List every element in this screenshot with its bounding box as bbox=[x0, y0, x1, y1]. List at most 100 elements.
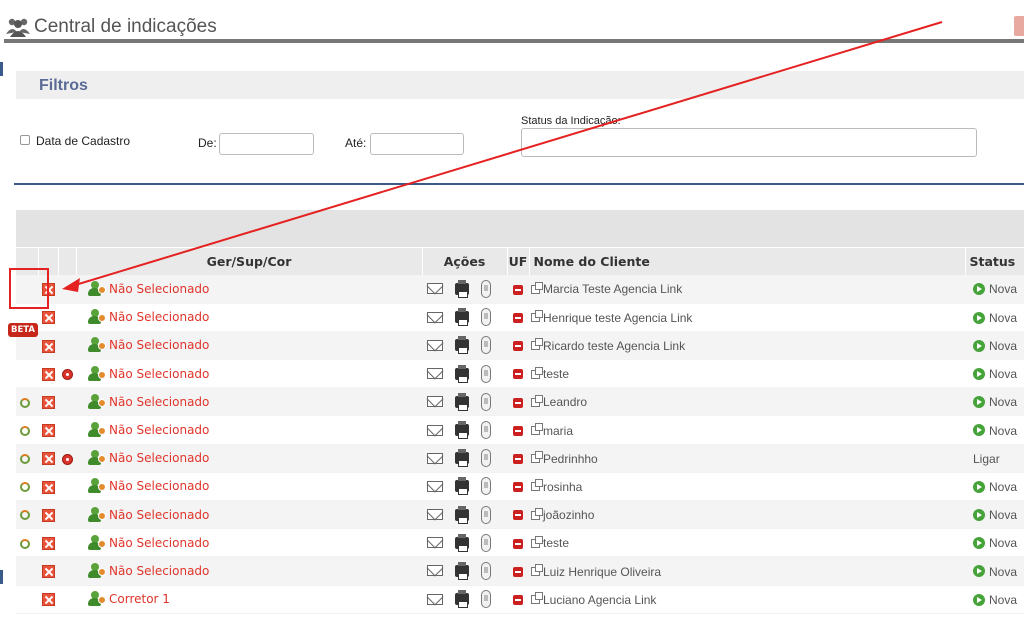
mail-icon[interactable] bbox=[427, 424, 443, 436]
alarm-icon[interactable] bbox=[61, 453, 73, 465]
mail-icon[interactable] bbox=[427, 480, 443, 492]
ger-sup-cor-link[interactable]: Não Selecionado bbox=[109, 564, 209, 578]
table-row[interactable]: Não Selecionado joãozinho Nova bbox=[16, 500, 1024, 530]
client-name-link[interactable]: Leandro bbox=[543, 395, 587, 409]
mail-icon[interactable] bbox=[427, 452, 443, 464]
delete-icon[interactable] bbox=[41, 311, 55, 325]
table-row[interactable]: Não Selecionado Luiz Henrique Oliveira Nov… bbox=[16, 556, 1024, 586]
ger-sup-cor-link[interactable]: Não Selecionado bbox=[109, 282, 209, 296]
delete-icon[interactable] bbox=[41, 593, 55, 607]
person-icon[interactable] bbox=[88, 534, 106, 551]
ger-sup-cor-link[interactable]: Não Selecionado bbox=[109, 479, 209, 493]
ger-sup-cor-link[interactable]: Não Selecionado bbox=[109, 310, 209, 324]
print-icon[interactable] bbox=[455, 590, 469, 609]
mail-icon[interactable] bbox=[427, 565, 443, 577]
date-checkbox[interactable] bbox=[20, 135, 30, 145]
client-name-link[interactable]: Ricardo teste Agencia Link bbox=[543, 339, 685, 353]
person-icon[interactable] bbox=[88, 478, 106, 494]
client-name-link[interactable]: Henrique teste Agencia Link bbox=[543, 311, 692, 325]
print-icon[interactable] bbox=[455, 421, 469, 440]
header-status[interactable]: Status bbox=[965, 248, 1024, 275]
link-icon[interactable] bbox=[531, 592, 543, 605]
delete-icon[interactable] bbox=[41, 367, 55, 381]
table-row[interactable]: Corretor 1 Luciano Agencia Link Nova bbox=[16, 585, 1024, 614]
link-icon[interactable] bbox=[531, 281, 543, 294]
print-icon[interactable] bbox=[455, 364, 469, 383]
mail-icon[interactable] bbox=[427, 593, 443, 605]
delete-icon[interactable] bbox=[41, 565, 55, 579]
header-uf[interactable]: UF bbox=[507, 248, 530, 275]
table-row[interactable]: Não Selecionado rosinha Nova bbox=[16, 472, 1024, 502]
ger-sup-cor-link[interactable]: Não Selecionado bbox=[109, 395, 209, 409]
print-icon[interactable] bbox=[455, 561, 469, 580]
phone-icon[interactable] bbox=[481, 421, 491, 440]
print-icon[interactable] bbox=[455, 477, 469, 496]
mail-icon[interactable] bbox=[427, 396, 443, 408]
link-icon[interactable] bbox=[531, 479, 543, 492]
client-name-link[interactable]: rosinha bbox=[543, 480, 582, 494]
phone-icon[interactable] bbox=[481, 590, 491, 609]
phone-icon[interactable] bbox=[481, 505, 491, 524]
person-icon[interactable] bbox=[88, 280, 106, 297]
phone-icon[interactable] bbox=[481, 477, 491, 496]
link-icon[interactable] bbox=[531, 451, 543, 464]
person-icon[interactable] bbox=[88, 337, 106, 353]
print-icon[interactable] bbox=[455, 392, 469, 411]
print-icon[interactable] bbox=[455, 336, 469, 355]
table-row[interactable]: Não Selecionado Henrique teste Agencia Li… bbox=[16, 303, 1024, 332]
phone-icon[interactable] bbox=[481, 449, 491, 468]
mail-icon[interactable] bbox=[427, 339, 443, 351]
link-icon[interactable] bbox=[531, 310, 543, 323]
delete-icon[interactable] bbox=[41, 452, 55, 466]
phone-icon[interactable] bbox=[481, 533, 491, 552]
client-name-link[interactable]: Luiz Henrique Oliveira bbox=[543, 564, 661, 578]
client-name-link[interactable]: joãozinho bbox=[543, 508, 594, 522]
table-row[interactable]: Não Selecionado teste Nova bbox=[16, 359, 1024, 389]
print-icon[interactable] bbox=[455, 279, 469, 298]
mail-icon[interactable] bbox=[427, 283, 443, 295]
mail-icon[interactable] bbox=[427, 537, 443, 549]
delete-icon[interactable] bbox=[41, 480, 55, 494]
link-icon[interactable] bbox=[531, 507, 543, 520]
ger-sup-cor-link[interactable]: Não Selecionado bbox=[109, 536, 209, 550]
phone-icon[interactable] bbox=[481, 561, 491, 580]
print-icon[interactable] bbox=[455, 533, 469, 552]
recycle-icon[interactable] bbox=[20, 538, 30, 549]
header-client-name[interactable]: Nome do Cliente bbox=[529, 248, 966, 275]
alarm-icon[interactable] bbox=[61, 368, 73, 380]
recycle-icon[interactable] bbox=[20, 454, 30, 465]
person-icon[interactable] bbox=[88, 365, 106, 382]
client-name-link[interactable]: teste bbox=[543, 536, 569, 550]
mail-icon[interactable] bbox=[427, 311, 443, 323]
person-icon[interactable] bbox=[88, 422, 106, 438]
print-icon[interactable] bbox=[455, 308, 469, 327]
phone-icon[interactable] bbox=[481, 336, 491, 355]
phone-icon[interactable] bbox=[481, 279, 491, 298]
recycle-icon[interactable] bbox=[20, 482, 30, 493]
person-icon[interactable] bbox=[88, 450, 106, 466]
client-name-link[interactable]: Marcia Teste Agencia Link bbox=[543, 282, 682, 296]
ger-sup-cor-link[interactable]: Não Selecionado bbox=[109, 367, 209, 381]
status-select[interactable] bbox=[521, 128, 977, 157]
link-icon[interactable] bbox=[531, 366, 543, 379]
delete-icon[interactable] bbox=[41, 424, 55, 438]
table-row[interactable]: Não Selecionado Pedrinhho Ligar bbox=[16, 444, 1024, 473]
ger-sup-cor-link[interactable]: Não Selecionado bbox=[109, 338, 209, 352]
ger-sup-cor-link[interactable]: Corretor 1 bbox=[109, 592, 170, 606]
mail-icon[interactable] bbox=[427, 509, 443, 521]
link-icon[interactable] bbox=[531, 338, 543, 351]
phone-icon[interactable] bbox=[481, 392, 491, 411]
table-row[interactable]: Não Selecionado Marcia Teste Agencia Link… bbox=[16, 275, 1024, 304]
ger-sup-cor-link[interactable]: Não Selecionado bbox=[109, 508, 209, 522]
client-name-link[interactable]: Luciano Agencia Link bbox=[543, 593, 656, 607]
person-icon[interactable] bbox=[88, 562, 106, 579]
header-ger[interactable]: Ger/Sup/Cor bbox=[76, 248, 423, 275]
mail-icon[interactable] bbox=[427, 368, 443, 380]
ger-sup-cor-link[interactable]: Não Selecionado bbox=[109, 451, 209, 465]
client-name-link[interactable]: teste bbox=[543, 367, 569, 381]
phone-icon[interactable] bbox=[481, 308, 491, 327]
client-name-link[interactable]: Pedrinhho bbox=[543, 452, 598, 466]
table-row[interactable]: Não Selecionado Leandro Nova bbox=[16, 387, 1024, 417]
print-icon[interactable] bbox=[455, 449, 469, 468]
client-name-link[interactable]: maria bbox=[543, 423, 573, 437]
